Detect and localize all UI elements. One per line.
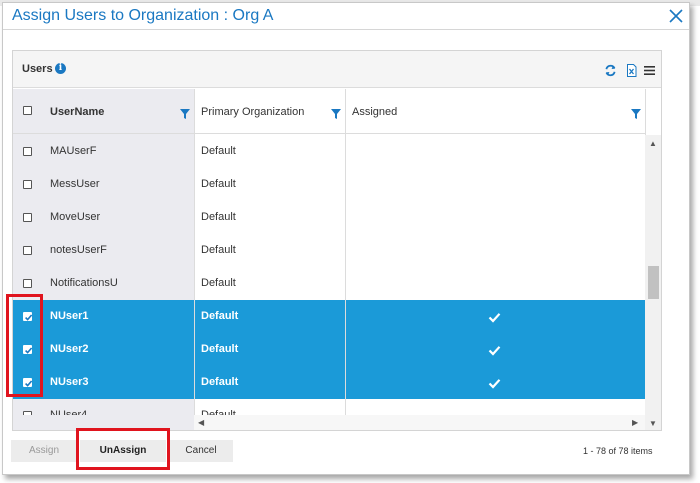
cell-username: NotificationsU [50,277,118,289]
table-row[interactable]: MAUserF Default [13,135,645,168]
grid-toolbar: Users i [13,51,661,88]
row-checkbox[interactable] [23,246,32,255]
cell-username: NUser3 [50,376,89,388]
row-checkbox[interactable] [23,147,32,156]
column-divider [194,89,195,430]
row-checkbox[interactable] [23,345,33,354]
table-row[interactable]: MoveUser Default [13,201,645,234]
cell-primary-organization: Default [201,178,236,190]
column-label-assigned: Assigned [352,106,398,118]
cell-username: NUser1 [50,310,89,322]
row-checkbox[interactable] [23,213,32,222]
cell-primary-organization: Default [201,343,239,355]
table-row[interactable]: MessUser Default [13,168,645,201]
table-row[interactable]: NUser1 Default [13,300,645,333]
scroll-right-arrow-icon[interactable]: ▶ [632,418,638,427]
vertical-scrollbar[interactable]: ▲ ▼ [645,135,661,430]
grid-title: Users [22,63,53,75]
cell-primary-organization: Default [201,244,236,256]
filter-icon[interactable] [331,106,341,119]
cell-username: NUser4 [50,409,88,415]
check-icon [488,376,501,389]
cell-primary-organization: Default [201,211,236,223]
unassign-button[interactable]: UnAssign [80,440,166,462]
cell-username: notesUserF [50,244,107,256]
cancel-button[interactable]: Cancel [169,440,233,462]
grid-body: MAUserF Default MessUser Default MoveUser Def… [13,135,645,415]
row-checkbox[interactable] [23,378,33,387]
cell-username: NUser2 [50,343,89,355]
check-icon [488,310,501,323]
close-icon[interactable] [667,7,685,25]
dialog-title-bar: Assign Users to Organization : Org A [3,3,689,30]
info-icon[interactable]: i [55,63,66,74]
row-checkbox[interactable] [23,312,33,321]
select-all-checkbox[interactable] [23,106,32,115]
filter-icon[interactable] [631,106,641,119]
table-row[interactable]: NUser4 Default [13,399,645,415]
column-header-assigned[interactable]: Assigned [346,89,645,134]
column-divider [645,89,646,135]
cell-primary-organization: Default [201,277,236,289]
scroll-down-arrow-icon[interactable]: ▼ [649,419,657,428]
table-row[interactable]: notesUserF Default [13,234,645,267]
column-label-primary-organization: Primary Organization [201,106,305,118]
excel-export-icon[interactable] [625,64,638,77]
row-checkbox[interactable] [23,180,32,189]
users-grid-panel: Users i UserName Primary Organization As… [12,50,662,431]
assign-button[interactable]: Assign [11,440,77,462]
cell-username: MAUserF [50,145,97,157]
column-header-username[interactable]: UserName [13,89,194,134]
table-row[interactable]: NUser2 Default [13,333,645,366]
refresh-icon[interactable] [604,64,617,77]
check-icon [488,343,501,356]
column-header-primary-organization[interactable]: Primary Organization [195,89,345,134]
scroll-up-arrow-icon[interactable]: ▲ [649,139,657,148]
pager-info: 1 - 78 of 78 items [583,446,653,456]
assign-users-dialog: Assign Users to Organization : Org A Use… [2,2,690,475]
cell-primary-organization: Default [201,310,239,322]
vertical-scroll-thumb[interactable] [648,266,659,299]
row-checkbox[interactable] [23,279,32,288]
filter-icon[interactable] [180,106,190,119]
row-checkbox[interactable] [23,411,32,415]
cell-username: MessUser [50,178,100,190]
hamburger-menu-icon[interactable] [643,64,656,77]
cell-primary-organization: Default [201,376,239,388]
cell-username: MoveUser [50,211,101,223]
table-row[interactable]: NotificationsU Default [13,267,645,300]
cell-primary-organization: Default [201,145,236,157]
scroll-left-arrow-icon[interactable]: ◀ [198,418,204,427]
dialog-title: Assign Users to Organization : Org A [12,7,274,24]
table-row[interactable]: NUser3 Default [13,366,645,399]
dialog-footer: Assign UnAssign Cancel 1 - 78 of 78 item… [3,435,689,475]
column-label-username: UserName [50,106,105,118]
column-divider [345,89,346,415]
horizontal-scrollbar[interactable]: ◀ ▶ [194,415,645,430]
